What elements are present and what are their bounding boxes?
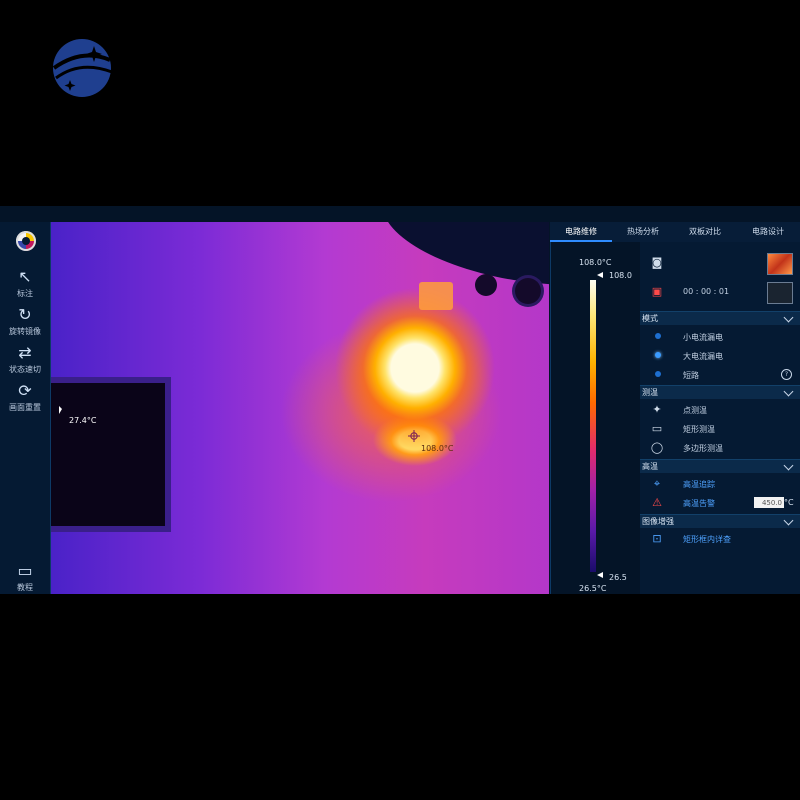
- video-record-icon[interactable]: ▣: [650, 285, 664, 299]
- rect-measure-item[interactable]: ▭ 矩形测温: [640, 420, 800, 438]
- temperature-scale-panel: 108.0°C 108.0 26.5 26.5°C: [550, 222, 641, 594]
- reset-view-label: 画面重置: [9, 403, 41, 412]
- polygon-measure-item[interactable]: ◯ 多边形测温: [640, 439, 800, 457]
- scale-min-handle[interactable]: [597, 572, 603, 578]
- thermal-image-view[interactable]: 27.4°C 108.0°C: [51, 222, 549, 594]
- mode-option-label: 大电流漏电: [683, 352, 723, 361]
- mode-tabs: 电路维修 热场分析 双板对比 电路设计: [550, 222, 800, 242]
- scale-min-label: 26.5°C: [579, 584, 607, 593]
- rect-thermometer-icon: ▭: [651, 422, 663, 435]
- high-temp-alarm-item[interactable]: ⚠ 高温告警 °C: [640, 494, 800, 512]
- rect-detail-label: 矩形框内详查: [683, 535, 731, 544]
- capture-row: ◙: [640, 253, 800, 275]
- point-measure-item[interactable]: ✦ 点测温: [640, 401, 800, 419]
- color-palette-button[interactable]: [16, 231, 36, 251]
- camera-icon[interactable]: ◙: [650, 256, 664, 270]
- chevron-down-icon: [783, 515, 794, 526]
- rotate-mirror-icon: ↻: [18, 305, 32, 324]
- tab-board-compare[interactable]: 双板对比: [674, 222, 736, 242]
- mode-option-label: 小电流漏电: [683, 333, 723, 342]
- annotate-label: 标注: [17, 289, 33, 298]
- tutorial-tool[interactable]: ▭ 教程: [0, 562, 50, 593]
- rect-detail-item[interactable]: ⊡ 矩形框内详查: [640, 530, 800, 548]
- measure-item-label: 点测温: [683, 406, 707, 415]
- rotate-mirror-tool[interactable]: ↻ 旋转镜像: [0, 306, 50, 337]
- rotate-mirror-label: 旋转镜像: [9, 327, 41, 336]
- magnify-rect-icon: ⊡: [652, 532, 662, 545]
- scale-max-handle[interactable]: [597, 272, 603, 278]
- state-switch-tool[interactable]: ⇄ 状态速切: [0, 344, 50, 375]
- right-control-panel: ◙ ▣ 00 : 00 : 01 模式 小电流漏电 大电流漏电 短路 ? 测温 …: [640, 242, 800, 594]
- radio-dot[interactable]: [655, 333, 661, 339]
- measure-item-label: 多边形测温: [683, 444, 723, 453]
- refresh-icon: ⟳: [18, 381, 32, 400]
- mode-option-short-circuit[interactable]: 短路 ?: [640, 366, 800, 384]
- swap-arrows-icon: ⇄: [18, 343, 32, 362]
- scale-min-value: 26.5: [609, 573, 627, 582]
- video-thumbnail[interactable]: [767, 282, 793, 304]
- board-mount-hole: [475, 274, 497, 296]
- help-icon[interactable]: ?: [781, 369, 792, 380]
- alarm-threshold-input[interactable]: [754, 497, 784, 508]
- chevron-down-icon: [783, 312, 794, 323]
- chevron-down-icon: [783, 386, 794, 397]
- mode-option-small-leak[interactable]: 小电流漏电: [640, 328, 800, 346]
- high-temp-track-label: 高温追踪: [683, 480, 715, 489]
- radio-dot[interactable]: [655, 371, 661, 377]
- tutorial-label: 教程: [17, 583, 33, 592]
- state-switch-label: 状态速切: [9, 365, 41, 374]
- enhance-section-title: 图像增强: [642, 517, 674, 526]
- polygon-thermometer-icon: ◯: [650, 441, 664, 454]
- measure-item-label: 矩形测温: [683, 425, 715, 434]
- radio-dot-selected[interactable]: [655, 352, 661, 358]
- high-temp-section-title: 高温: [642, 462, 658, 471]
- scale-max-value: 108.0: [609, 271, 632, 280]
- reset-view-tool[interactable]: ⟳ 画面重置: [0, 382, 50, 413]
- enhance-section-header[interactable]: 图像增强: [640, 514, 800, 528]
- high-temp-section-header[interactable]: 高温: [640, 459, 800, 473]
- book-icon: ▭: [17, 561, 33, 580]
- cold-spot-label: 27.4°C: [69, 416, 97, 425]
- point-thermometer-icon: ✦: [652, 403, 662, 416]
- scale-max-label: 108.0°C: [579, 258, 612, 267]
- record-timer: 00 : 00 : 01: [683, 287, 730, 296]
- mouse-cursor: [59, 406, 62, 414]
- high-temp-track-item[interactable]: ⌖ 高温追踪: [640, 475, 800, 493]
- record-row: ▣ 00 : 00 : 01: [640, 282, 800, 304]
- measure-section-header[interactable]: 测温: [640, 385, 800, 399]
- color-gradient-bar: [590, 280, 596, 572]
- mode-section-title: 模式: [642, 314, 658, 323]
- active-tab-indicator: [550, 240, 612, 242]
- alarm-unit-label: °C: [784, 498, 794, 507]
- track-thermometer-icon: ⌖: [653, 477, 661, 490]
- hot-spot-crosshair: [408, 430, 420, 442]
- measure-section-title: 测温: [642, 388, 658, 397]
- mode-section-header[interactable]: 模式: [640, 311, 800, 325]
- tab-circuit-design[interactable]: 电路设计: [736, 222, 800, 242]
- snapshot-thumbnail[interactable]: [767, 253, 793, 275]
- cursor-arrow-icon: ↖: [18, 267, 32, 286]
- chevron-down-icon: [783, 460, 794, 471]
- annotate-tool[interactable]: ↖ 标注: [0, 268, 50, 299]
- mode-option-large-leak[interactable]: 大电流漏电: [640, 347, 800, 365]
- board-mount-hole: [515, 278, 541, 304]
- component-pad: [419, 282, 453, 310]
- mode-option-label: 短路: [683, 371, 699, 380]
- alarm-thermometer-icon: ⚠: [652, 496, 662, 509]
- tab-thermal-analysis[interactable]: 热场分析: [612, 222, 674, 242]
- tab-circuit-repair[interactable]: 电路维修: [550, 222, 612, 242]
- brand-logo: [52, 39, 113, 97]
- high-temp-alarm-label: 高温告警: [683, 499, 715, 508]
- hot-spot-label: 108.0°C: [421, 444, 454, 453]
- chip-component: [51, 377, 171, 532]
